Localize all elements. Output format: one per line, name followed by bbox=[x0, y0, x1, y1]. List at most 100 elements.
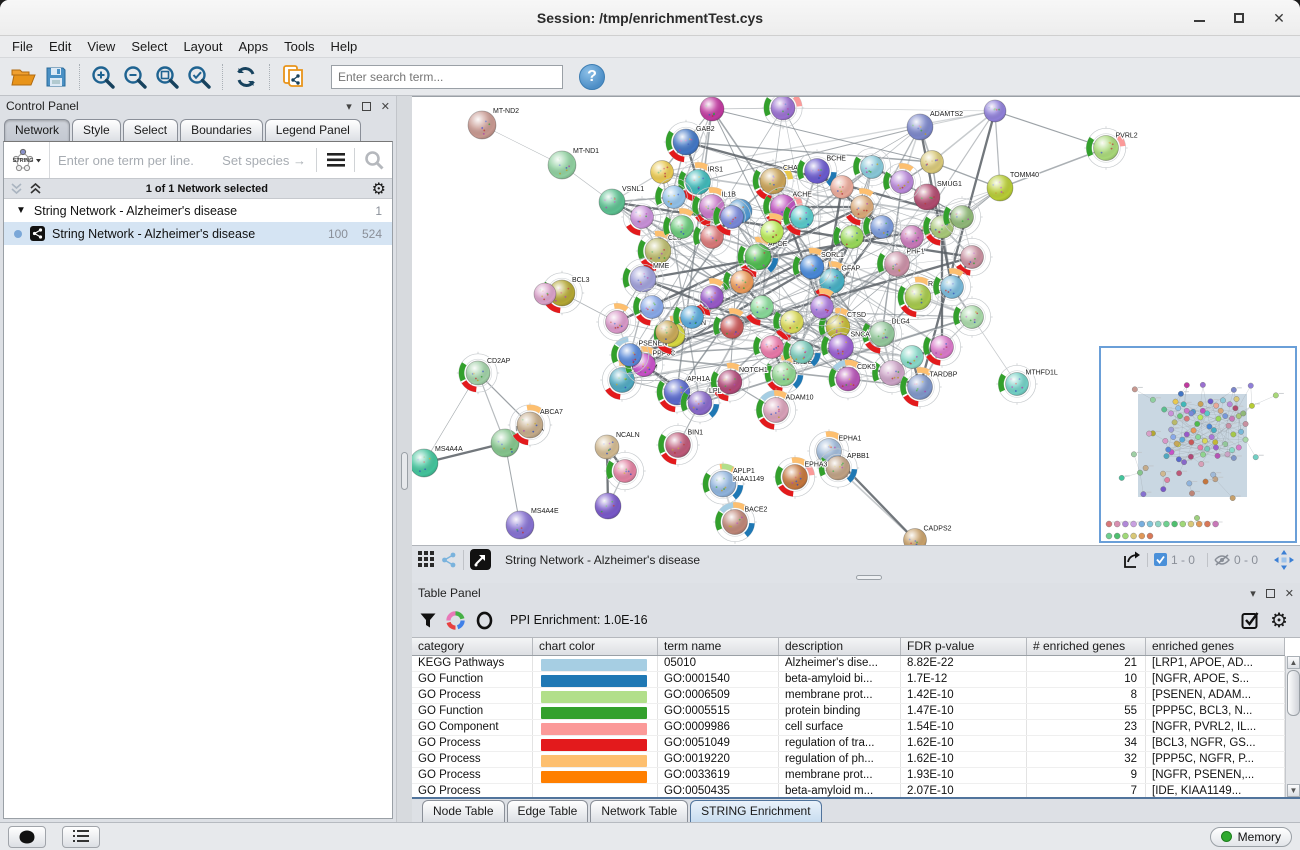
network-node-ncaln[interactable]: NCALN bbox=[595, 432, 640, 459]
network-node-ms4a4e[interactable]: MS4A4E bbox=[506, 508, 559, 539]
minimize-button[interactable] bbox=[1192, 11, 1206, 25]
filter-icon[interactable] bbox=[420, 613, 436, 628]
node-indicator-button[interactable] bbox=[8, 826, 46, 848]
network-collection-row[interactable]: ▼ String Network - Alzheimer's disease 1 bbox=[4, 199, 392, 222]
network-node-cdk5[interactable]: CDK5 bbox=[827, 358, 876, 400]
network-node-tardbp[interactable]: TARDBP bbox=[898, 365, 957, 408]
draw-charts-icon[interactable] bbox=[446, 611, 465, 630]
network-row-selected[interactable]: String Network - Alzheimer's disease 100… bbox=[4, 222, 392, 245]
menu-view[interactable]: View bbox=[79, 36, 123, 57]
string-search-button[interactable] bbox=[355, 142, 392, 178]
apply-layout-button[interactable] bbox=[230, 61, 262, 93]
table-row[interactable]: KEGG Pathways05010Alzheimer's dise...8.8… bbox=[412, 656, 1285, 672]
panel-float-button[interactable] bbox=[362, 102, 371, 111]
grid-mode-icon[interactable] bbox=[418, 551, 435, 568]
panel-float-button[interactable] bbox=[1266, 589, 1275, 598]
network-node-gab2[interactable]: GAB2 bbox=[664, 120, 715, 164]
panel-close-button[interactable]: ✕ bbox=[1285, 587, 1294, 600]
table-row[interactable]: GO FunctionGO:0005515protein binding1.47… bbox=[412, 704, 1285, 720]
column-header-category[interactable]: category bbox=[412, 638, 533, 655]
network-node-cadps2[interactable]: CADPS2 bbox=[904, 526, 952, 546]
panel-close-button[interactable]: ✕ bbox=[381, 100, 390, 113]
tab-legend-panel[interactable]: Legend Panel bbox=[265, 119, 361, 141]
selected-nodes-counter[interactable]: 1 - 0 bbox=[1147, 553, 1201, 567]
table-scrollbar[interactable]: ▲ ▼ bbox=[1285, 656, 1300, 797]
menu-select[interactable]: Select bbox=[123, 36, 175, 57]
search-input[interactable] bbox=[331, 65, 563, 89]
expand-all-icon[interactable] bbox=[29, 183, 42, 195]
hidden-nodes-counter[interactable]: 0 - 0 bbox=[1207, 553, 1264, 567]
network-node-mt-nd1[interactable]: MT-ND1 bbox=[548, 148, 599, 179]
menu-tools[interactable]: Tools bbox=[276, 36, 322, 57]
share-view-icon[interactable] bbox=[441, 552, 457, 568]
open-session-button[interactable] bbox=[8, 61, 40, 93]
string-term-input[interactable] bbox=[50, 153, 222, 168]
string-logo-dropdown[interactable]: STRING bbox=[4, 142, 50, 178]
export-network-icon[interactable] bbox=[1121, 550, 1141, 570]
tab-network-table[interactable]: Network Table bbox=[590, 800, 688, 822]
network-node[interactable] bbox=[534, 283, 556, 305]
tab-edge-table[interactable]: Edge Table bbox=[507, 800, 589, 822]
scroll-down-arrow[interactable]: ▼ bbox=[1287, 784, 1300, 797]
network-node-aplp1[interactable]: APLP1KIAA1149 bbox=[701, 462, 764, 506]
save-session-button[interactable] bbox=[40, 61, 72, 93]
task-history-button[interactable] bbox=[62, 826, 100, 848]
scroll-up-arrow[interactable]: ▲ bbox=[1287, 656, 1300, 669]
menu-help[interactable]: Help bbox=[323, 36, 366, 57]
splitter-grip[interactable] bbox=[856, 575, 882, 580]
network-node[interactable] bbox=[700, 97, 724, 121]
network-node[interactable] bbox=[651, 161, 674, 184]
column-header--enriched-genes[interactable]: # enriched genes bbox=[1027, 638, 1146, 655]
tab-select[interactable]: Select bbox=[123, 119, 178, 141]
column-header-enriched-genes[interactable]: enriched genes bbox=[1146, 638, 1285, 655]
select-columns-icon[interactable] bbox=[1241, 611, 1260, 630]
network-node[interactable] bbox=[984, 100, 1006, 122]
zoom-fit-button[interactable] bbox=[151, 61, 183, 93]
tab-network[interactable]: Network bbox=[4, 119, 70, 141]
menu-edit[interactable]: Edit bbox=[41, 36, 79, 57]
table-row[interactable]: GO ProcessGO:0050435beta-amyloid m...2.0… bbox=[412, 784, 1285, 797]
network-node-adamts2[interactable]: ADAMTS2 bbox=[907, 111, 963, 140]
clone-network-button[interactable] bbox=[277, 61, 309, 93]
menu-file[interactable]: File bbox=[4, 36, 41, 57]
network-node-mthfd1l[interactable]: MTHFD1L bbox=[996, 363, 1058, 404]
network-node-bin1[interactable]: BIN1 bbox=[656, 423, 703, 466]
column-header-term-name[interactable]: term name bbox=[658, 638, 779, 655]
network-node[interactable] bbox=[831, 176, 854, 199]
network-node-adam10[interactable]: ADAM10 bbox=[754, 388, 813, 431]
scrollbar-thumb[interactable] bbox=[1287, 670, 1300, 716]
column-header-description[interactable]: description bbox=[779, 638, 901, 655]
close-button[interactable]: ✕ bbox=[1272, 11, 1286, 25]
reset-charts-icon[interactable] bbox=[475, 611, 494, 630]
network-canvas[interactable]: MT-ND2MT-ND1VSNL1GAB2IRS1CHATBCHEACHEIL1… bbox=[412, 96, 1300, 545]
tab-boundaries[interactable]: Boundaries bbox=[180, 119, 263, 141]
collapse-triangle-icon[interactable]: ▼ bbox=[16, 205, 26, 216]
menu-apps[interactable]: Apps bbox=[231, 36, 277, 57]
zoom-in-button[interactable] bbox=[87, 61, 119, 93]
vertical-splitter[interactable] bbox=[397, 96, 412, 822]
horizontal-splitter[interactable] bbox=[412, 573, 1300, 583]
tab-style[interactable]: Style bbox=[72, 119, 121, 141]
network-node[interactable] bbox=[762, 97, 804, 129]
table-row[interactable]: GO ProcessGO:0051049regulation of tra...… bbox=[412, 736, 1285, 752]
birds-eye-overview[interactable] bbox=[1099, 346, 1297, 543]
network-options-gear-icon[interactable]: ⚙ bbox=[372, 179, 386, 199]
network-node-epha3[interactable]: EPHA3 bbox=[773, 455, 827, 498]
network-node-mt-nd2[interactable]: MT-ND2 bbox=[468, 108, 519, 139]
network-node-notch1[interactable]: NOTCH1 bbox=[709, 361, 768, 403]
table-row[interactable]: GO FunctionGO:0001540beta-amyloid bi...1… bbox=[412, 672, 1285, 688]
zoom-out-button[interactable] bbox=[119, 61, 151, 93]
network-node[interactable] bbox=[921, 151, 944, 174]
pan-compass-icon[interactable] bbox=[1274, 550, 1294, 570]
detach-view-icon[interactable] bbox=[470, 549, 491, 570]
maximize-button[interactable] bbox=[1232, 11, 1246, 25]
network-node-pvrl2[interactable]: PVRL2 bbox=[1084, 126, 1137, 169]
table-settings-gear-icon[interactable]: ⚙ bbox=[1270, 608, 1288, 633]
table-row[interactable]: GO ComponentGO:0009986cell surface1.54E-… bbox=[412, 720, 1285, 736]
string-options-button[interactable] bbox=[317, 142, 354, 178]
tab-node-table[interactable]: Node Table bbox=[422, 800, 505, 822]
help-button[interactable]: ? bbox=[579, 64, 605, 90]
column-header-fdr-p-value[interactable]: FDR p-value bbox=[901, 638, 1027, 655]
table-row[interactable]: GO ProcessGO:0033619membrane prot...1.93… bbox=[412, 768, 1285, 784]
memory-button[interactable]: Memory bbox=[1210, 827, 1292, 847]
